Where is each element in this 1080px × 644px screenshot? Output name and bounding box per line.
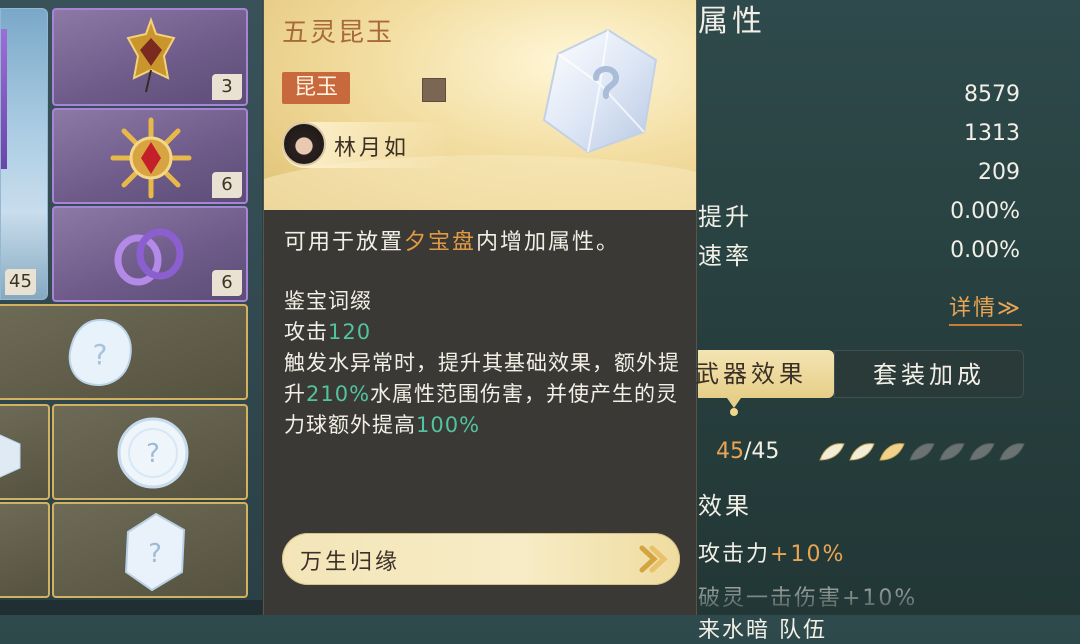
stat-label: 速率 bbox=[698, 242, 752, 270]
effect-value2: 100% bbox=[416, 413, 481, 437]
item-count: 3 bbox=[212, 74, 242, 100]
refine-level: 45/45 bbox=[716, 439, 779, 464]
source-button[interactable]: 万生归缘 bbox=[282, 533, 680, 585]
effect-line: 破灵一击伤害+10% bbox=[698, 586, 918, 611]
double-chevron-right-icon bbox=[639, 545, 668, 573]
purple-ring-icon bbox=[114, 228, 184, 286]
attribute-panel: 属性 8579 1313 209 提升 0.00% 速率 0.00% 详情≫ 武… bbox=[695, 0, 1080, 643]
item-count: 6 bbox=[212, 172, 242, 198]
jade-stone-icon: ? bbox=[68, 318, 132, 386]
desc-highlight: 夕宝盘 bbox=[404, 230, 477, 255]
item-type-badge: 昆玉 bbox=[282, 72, 350, 104]
tab-weapon-effect[interactable]: 武器效果 bbox=[695, 350, 834, 398]
red-gem-sun-amulet-icon bbox=[110, 117, 192, 199]
panel-title: 属性 bbox=[698, 4, 766, 39]
inventory-slot-ornament[interactable]: 3 bbox=[52, 8, 248, 106]
inventory-slot-ring[interactable]: 6 bbox=[52, 206, 248, 302]
feather-filled-icon bbox=[819, 443, 845, 461]
inventory-slot-partial[interactable] bbox=[0, 404, 50, 500]
effect-line: 来水暗 队伍 bbox=[698, 618, 827, 643]
inventory-slot-amulet[interactable]: 6 bbox=[52, 108, 248, 204]
effect-line1-label: 攻击力 bbox=[698, 542, 771, 567]
tab-pointer bbox=[727, 398, 741, 408]
affix-attack: 攻击120 bbox=[284, 317, 684, 348]
lock-icon[interactable] bbox=[422, 78, 446, 102]
stat-value: 209 bbox=[978, 160, 1020, 185]
item-description: 可用于放置夕宝盘内增加属性。 bbox=[284, 224, 620, 256]
feather-empty-icon bbox=[909, 443, 935, 461]
item-count: 6 bbox=[212, 270, 242, 296]
inventory-slot-jade-crystal[interactable]: ? bbox=[52, 502, 248, 598]
jade-crystal-icon: ? bbox=[124, 512, 186, 592]
tab-indicator-dot bbox=[730, 408, 738, 416]
gold-fan-ornament-icon bbox=[126, 17, 176, 93]
level-max: /45 bbox=[744, 439, 780, 464]
tab-set-bonus[interactable]: 套装加成 bbox=[834, 350, 1024, 398]
refine-feathers bbox=[818, 440, 1026, 464]
owner-name: 林月如 bbox=[334, 136, 410, 161]
rarity-bar bbox=[1, 29, 7, 169]
level-current: 45 bbox=[716, 439, 744, 464]
character-level-badge: 45 bbox=[5, 269, 36, 295]
stat-value: 0.00% bbox=[950, 238, 1020, 263]
desc-suffix: 内增加属性。 bbox=[476, 230, 621, 255]
feather-empty-icon bbox=[969, 443, 995, 461]
stat-value: 1313 bbox=[964, 121, 1020, 146]
stat-value: 8579 bbox=[964, 82, 1020, 107]
stat-value: 0.00% bbox=[950, 199, 1020, 224]
attack-label: 攻击 bbox=[284, 320, 328, 344]
effect-value1: 210% bbox=[306, 382, 371, 406]
effect-tabs: 武器效果 套装加成 bbox=[695, 350, 1024, 398]
effect-title: 效果 bbox=[698, 492, 752, 520]
svg-text:?: ? bbox=[146, 439, 160, 469]
affix-section: 鉴宝词缀 攻击120 触发水异常时，提升其基础效果，额外提升210%水属性范围伤… bbox=[284, 286, 684, 441]
svg-text:?: ? bbox=[148, 539, 162, 569]
feather-empty-icon bbox=[999, 443, 1025, 461]
owner-tag: 林月如 bbox=[282, 122, 452, 168]
stat-label: 提升 bbox=[698, 203, 752, 231]
affix-effect: 触发水异常时，提升其基础效果，额外提升210%水属性范围伤害，并使产生的灵力球额… bbox=[284, 348, 684, 441]
source-label: 万生归缘 bbox=[300, 550, 401, 575]
inventory-bottom-row bbox=[0, 600, 262, 615]
effect-line1-value: +10% bbox=[770, 542, 846, 567]
effect-line: 攻击力+10% bbox=[698, 536, 845, 568]
feather-filled-icon bbox=[879, 443, 905, 461]
jade-orb-icon: ? bbox=[117, 417, 189, 489]
inventory-slot-partial-2[interactable] bbox=[0, 502, 50, 598]
jade-stone-icon bbox=[0, 434, 21, 478]
tooltip-header: 五灵昆玉 昆玉 林月如 bbox=[264, 0, 696, 210]
avatar bbox=[282, 122, 326, 166]
affix-header: 鉴宝词缀 bbox=[284, 289, 372, 313]
inventory-slot-jade-selected[interactable]: ? bbox=[0, 304, 248, 400]
jade-gem-icon bbox=[542, 28, 658, 154]
attack-value: 120 bbox=[328, 320, 372, 344]
item-tooltip: 五灵昆玉 昆玉 林月如 可用于放置夕宝盘内增加属性。 鉴宝词缀 攻击120 触发… bbox=[263, 0, 697, 615]
desc-prefix: 可用于放置 bbox=[284, 230, 405, 255]
svg-text:?: ? bbox=[93, 338, 108, 371]
character-card[interactable]: 45 bbox=[0, 8, 48, 300]
details-link[interactable]: 详情≫ bbox=[948, 290, 1022, 326]
item-title: 五灵昆玉 bbox=[282, 18, 395, 48]
feather-filled-icon bbox=[849, 443, 875, 461]
inventory-panel: 45 3 6 6 ? ? ? bbox=[0, 0, 262, 615]
inventory-slot-jade-round[interactable]: ? bbox=[52, 404, 248, 500]
feather-empty-icon bbox=[939, 443, 965, 461]
